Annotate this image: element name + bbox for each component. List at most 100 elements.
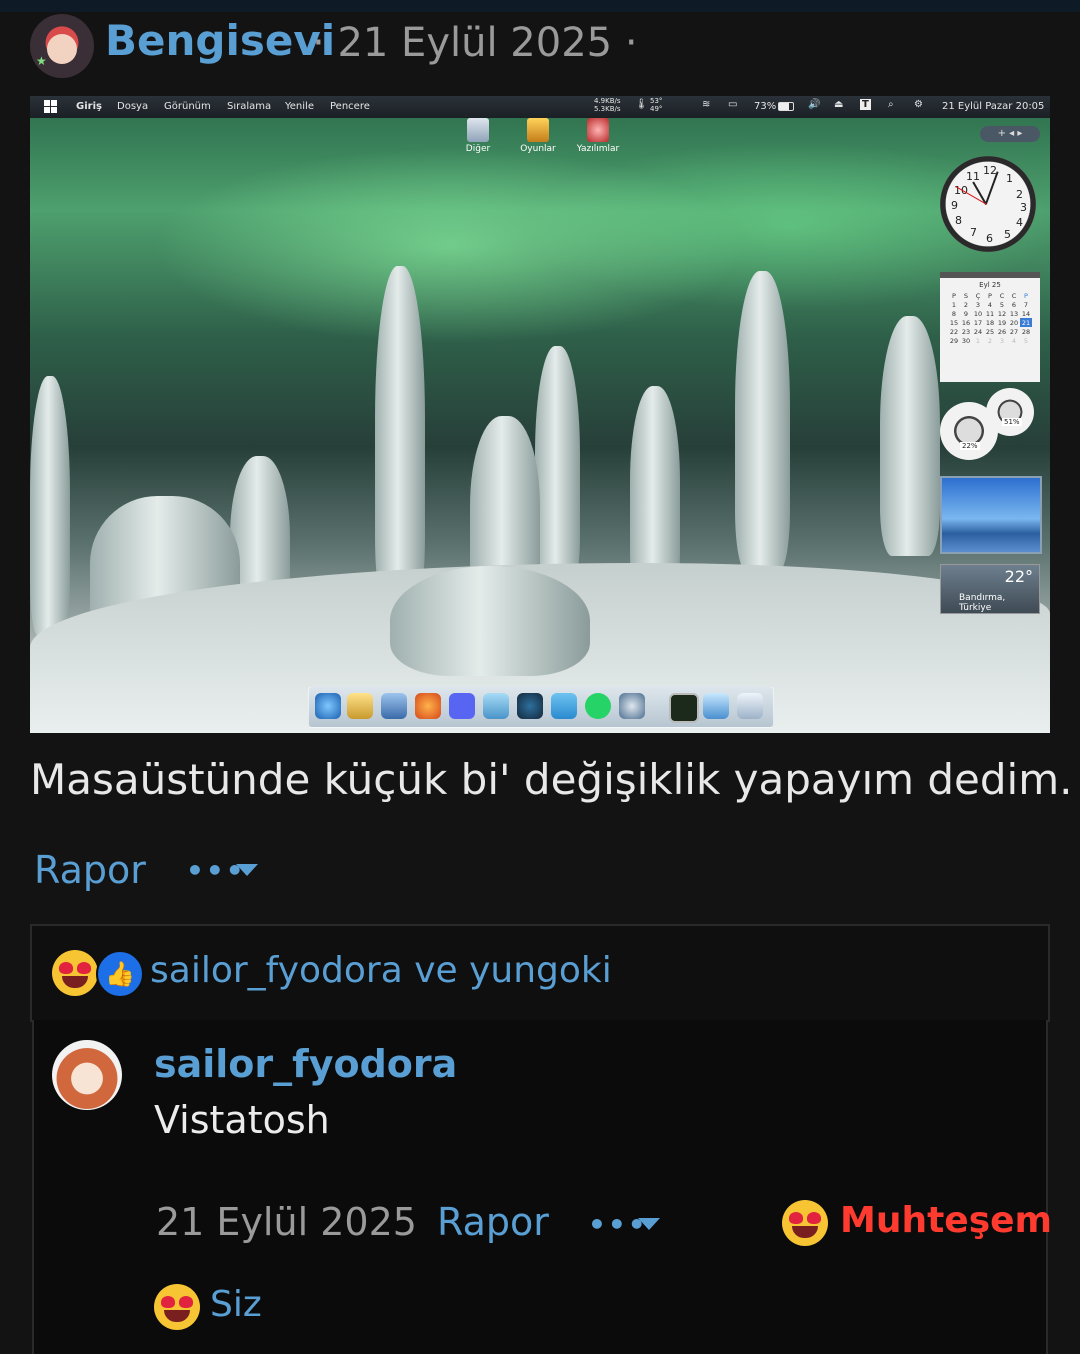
heart-eye (789, 1212, 803, 1224)
volume-icon: 🔊 (808, 99, 821, 110)
whatsapp-icon (585, 693, 611, 719)
gadget-toolbar: + ◂ ▸ (980, 126, 1040, 142)
steam-icon (517, 693, 543, 719)
calendar-day: 30 (961, 336, 971, 345)
calendar-day: 18 (985, 318, 995, 327)
star-icon: ★ (36, 54, 47, 68)
calendar-day: 1 (951, 300, 957, 309)
clock-text: 21 Eylül Pazar 20:05 (942, 101, 1045, 112)
heart-eyes-emoji-icon (154, 1284, 200, 1330)
ram-meter-gadget: 51% (986, 388, 1034, 436)
calendar-title: Eyl 25 (979, 281, 1001, 289)
calendar-day: 3 (999, 336, 1005, 345)
calendar-day: 8 (951, 309, 957, 318)
weather-gadget: 22° Bandırma, Türkiye (940, 564, 1040, 614)
heart-eye (77, 962, 91, 974)
desktop-screenshot[interactable]: Giriş Dosya Görünüm Sıralama Yenile Penc… (30, 96, 1050, 733)
desktop-icon-oyunlar: Oyunlar (508, 118, 568, 154)
calendar-day: 9 (963, 309, 969, 318)
calendar-day: 4 (987, 300, 993, 309)
snow-tree (375, 266, 425, 606)
battery-text: 73% (754, 101, 777, 112)
avatar-face (47, 34, 77, 64)
calendar-day: 4 (1011, 336, 1017, 345)
weekday: C (1011, 291, 1017, 300)
separator: · (312, 20, 325, 66)
calendar-day: 5 (1023, 336, 1029, 345)
calendar-day: 5 (999, 300, 1005, 309)
menu-item: Dosya (117, 101, 149, 112)
clock-number: 9 (951, 199, 958, 212)
weekday: P (988, 291, 992, 300)
heart-eyes-emoji-icon (782, 1200, 828, 1246)
weekday: Ç (975, 291, 981, 300)
computer-icon (381, 693, 407, 719)
meter-value: 51% (1002, 418, 1022, 426)
weekday: P (952, 291, 956, 300)
calendar-day: 12 (997, 309, 1007, 318)
calendar-day: 10 (973, 309, 983, 318)
desktop-icon-label: Yazılımlar (576, 144, 620, 154)
calendar-day: 22 (949, 327, 959, 336)
snow-tree (535, 346, 580, 586)
software-icon (587, 118, 609, 142)
reactors-text[interactable]: sailor_fyodora ve yungoki (150, 950, 612, 991)
chevron-down-icon[interactable] (638, 1218, 660, 1230)
weather-location: Bandırma, Türkiye (959, 593, 1006, 613)
chevron-down-icon[interactable] (236, 864, 258, 876)
menu-item: Giriş (76, 101, 102, 112)
search-icon: ⌕ (888, 99, 894, 110)
toggle-icon: ⚙ (914, 99, 923, 110)
commenter-avatar[interactable] (52, 1040, 122, 1110)
weekday: P (1024, 291, 1028, 300)
calendar-day: 17 (973, 318, 983, 327)
calendar-day: 19 (997, 318, 1007, 327)
clock-number: 5 (1004, 228, 1011, 241)
menu-item: Yenile (285, 101, 314, 112)
post-date[interactable]: · 21 Eylül 2025 · (312, 20, 638, 66)
snow-tree (735, 271, 790, 571)
wifi-icon: ≋ (702, 99, 711, 110)
network-speed: 4.9KB/s 5.3KB/s (594, 97, 621, 113)
calendar-day: 27 (1009, 327, 1019, 336)
post-author[interactable]: Bengisevi (105, 16, 335, 65)
comment-date[interactable]: 21 Eylül 2025 (156, 1200, 417, 1244)
calendar-day: 1 (975, 336, 981, 345)
games-icon (527, 118, 549, 142)
thermometer-icon: 🌡 (635, 99, 648, 110)
comment-author[interactable]: sailor_fyodora (154, 1042, 457, 1086)
heart-eyes-emoji-icon (52, 950, 98, 996)
windows-logo-icon (44, 100, 57, 113)
temperatures: 53° 49° (650, 97, 662, 113)
reaction-button-muhtesem[interactable]: Muhteşem (840, 1200, 1052, 1241)
calendar-day: 24 (973, 327, 983, 336)
clock-number: 4 (1016, 216, 1023, 229)
folder-icon (347, 693, 373, 719)
my-reaction-label[interactable]: Siz (210, 1284, 262, 1325)
task-manager-icon (669, 693, 699, 723)
calendar-day: 2 (987, 336, 993, 345)
calendar-day: 20 (1009, 318, 1019, 327)
clock-number: 8 (955, 214, 962, 227)
snow-tree (880, 316, 940, 556)
discord-icon (449, 693, 475, 719)
downloads-icon (703, 693, 729, 719)
calendar-gadget: Eyl 25 P S Ç P C C P 1 2 3 4 5 6 7 8 9 1… (940, 272, 1040, 382)
desktop-icon-label: Oyunlar (520, 144, 556, 154)
desktop-icon-diger: Diğer (448, 118, 508, 154)
net-up: 4.9KB/s (594, 97, 621, 105)
comment-report-link[interactable]: Rapor (437, 1200, 549, 1244)
comment-text: Vistatosh (154, 1098, 330, 1142)
post-date-text: 21 Eylül 2025 (337, 20, 613, 66)
meter-value: 22% (960, 442, 980, 450)
menu-bar: Giriş Dosya Görünüm Sıralama Yenile Penc… (30, 96, 1050, 118)
clock-number: 3 (1020, 201, 1027, 214)
eject-icon: ⏏ (834, 99, 844, 110)
heart-eye (59, 962, 73, 974)
weather-temp: 22° (1004, 567, 1033, 586)
menu-item: Sıralama (227, 101, 272, 112)
clock-number: 1 (1006, 172, 1013, 185)
author-avatar[interactable]: ★ (30, 14, 94, 78)
report-link[interactable]: Rapor (34, 848, 146, 892)
temp-b: 49° (650, 105, 663, 113)
